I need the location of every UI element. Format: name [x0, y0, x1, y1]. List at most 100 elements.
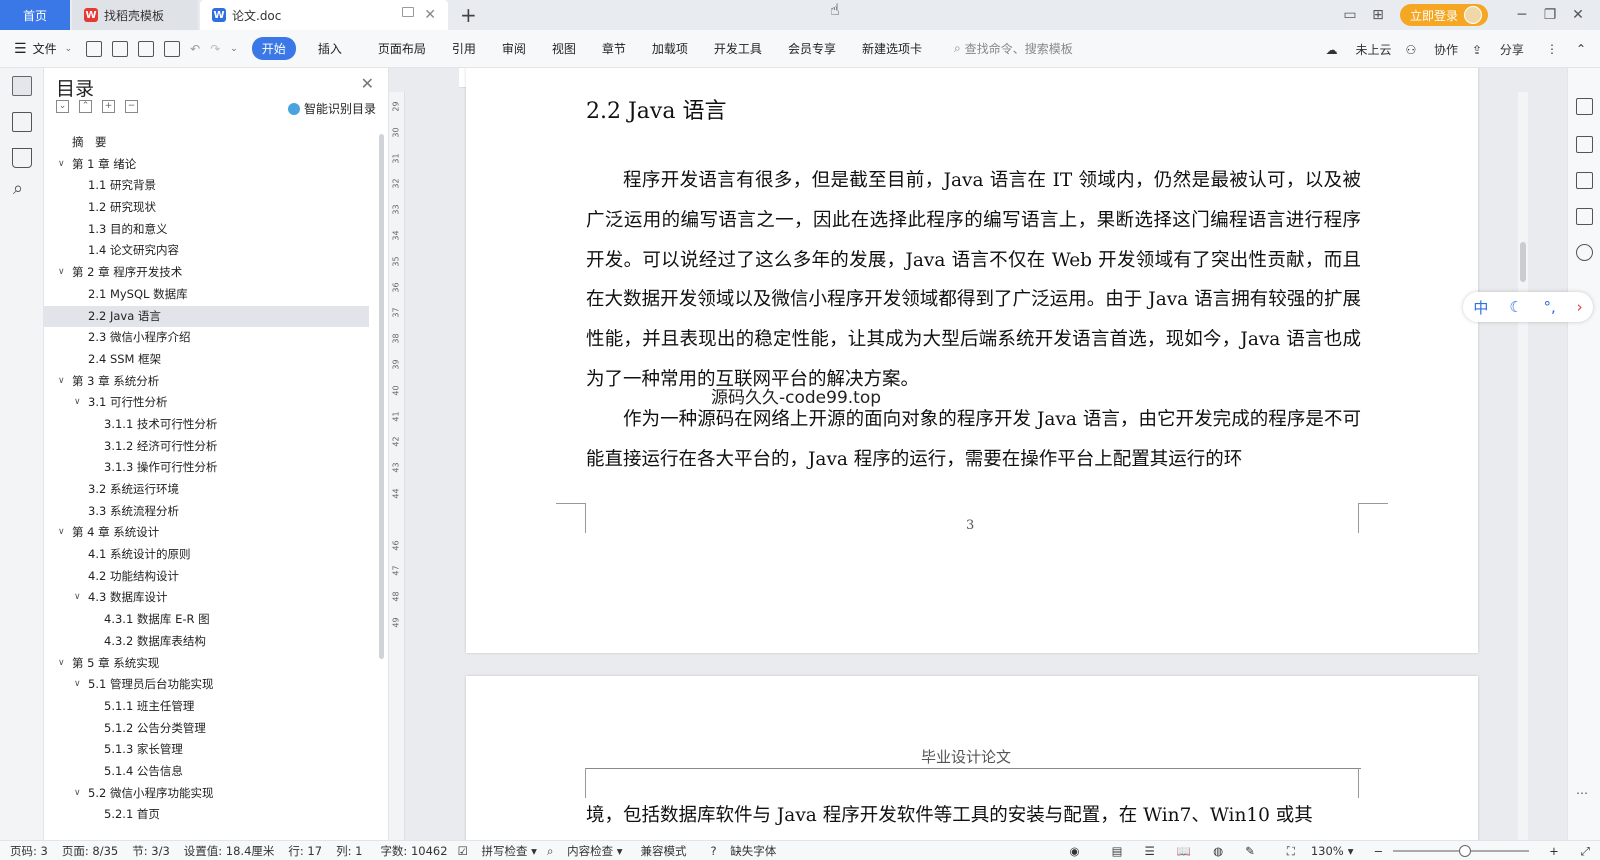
fullscreen-icon[interactable]: ⤢: [1581, 844, 1590, 859]
toc-item[interactable]: ∨ 第 3 章 系统分析: [44, 371, 369, 393]
ribbon-tab-page-layout[interactable]: 页面布局: [378, 40, 426, 57]
expand-all-icon[interactable]: ⌃: [79, 100, 92, 113]
restore-icon[interactable]: ❐: [1536, 7, 1564, 23]
paragraph-3[interactable]: 境，包括数据库软件与 Java 程序开发软件等工具的安装与配置，在 Win7、W…: [586, 801, 1361, 827]
document-scrollbar[interactable]: [1518, 92, 1528, 840]
toc-item[interactable]: ∨ 5.1 管理员后台功能实现: [44, 674, 369, 696]
location-icon[interactable]: [1576, 244, 1593, 261]
toc-item[interactable]: ∨ 第 1 章 绪论: [44, 154, 369, 176]
moon-icon[interactable]: ☾: [1509, 298, 1522, 316]
toc-item[interactable]: 4.2 功能结构设计: [44, 566, 369, 588]
toc-item[interactable]: 3.3 系统流程分析: [44, 501, 369, 523]
toc-item[interactable]: ∨ 3.1 可行性分析: [44, 392, 369, 414]
status-words[interactable]: 字数: 10462: [380, 843, 447, 859]
ribbon-tab-references[interactable]: 引用: [452, 40, 476, 57]
vertical-ruler[interactable]: 29 30 31 32 33 34 35 36 37 38 39 40 41 42 43 44 46 47 48 49: [389, 92, 405, 840]
save-icon[interactable]: [86, 40, 103, 57]
fit-window-icon[interactable]: ⛶: [1287, 844, 1295, 859]
layout-icon[interactable]: ▭: [1336, 7, 1364, 23]
export-pdf-icon[interactable]: [112, 40, 129, 57]
chevron-down-icon[interactable]: ⌄: [65, 44, 73, 54]
zoom-slider-knob[interactable]: [1459, 845, 1472, 857]
close-toc-icon[interactable]: ✕: [361, 74, 374, 93]
image-icon[interactable]: [1576, 208, 1593, 225]
eye-protection-icon[interactable]: ◉: [1070, 844, 1080, 858]
expand-chevron-icon[interactable]: ∨: [58, 522, 65, 544]
toc-item[interactable]: ∨ 4.3 数据库设计: [44, 587, 369, 609]
paragraph-1[interactable]: 程序开发语言有很多，但是截至目前，Java 语言在 IT 领域内，仍然是最被认可…: [586, 161, 1361, 400]
toc-item[interactable]: 1.4 论文研究内容: [44, 240, 369, 262]
command-search[interactable]: ⌕ 查找命令、搜索模板: [954, 40, 1073, 57]
expand-chevron-icon[interactable]: ∨: [58, 154, 65, 176]
print-preview-icon[interactable]: [164, 40, 181, 57]
ribbon-tab-chapter[interactable]: 章节: [602, 40, 626, 57]
toc-item[interactable]: 5.1.3 家长管理: [44, 739, 369, 761]
cloud-status[interactable]: ☁ 未上云: [1326, 41, 1392, 58]
ribbon-tab-developer[interactable]: 开发工具: [714, 40, 762, 57]
zoom-chevron-icon[interactable]: ▾: [1348, 844, 1354, 858]
toc-item[interactable]: 4.3.1 数据库 E-R 图: [44, 609, 369, 631]
ribbon-tab-member[interactable]: 会员专享: [788, 40, 836, 57]
scroll-thumb[interactable]: [1520, 242, 1526, 282]
collapse-ribbon-icon[interactable]: ⌃: [1576, 42, 1586, 56]
minimize-icon[interactable]: ─: [1508, 7, 1536, 23]
toc-item[interactable]: 4.3.2 数据库表结构: [44, 631, 369, 653]
new-tab-button[interactable]: +: [460, 3, 477, 27]
zoom-slider[interactable]: [1393, 845, 1530, 857]
toc-item[interactable]: 2.3 微信小程序介绍: [44, 327, 369, 349]
toc-item[interactable]: 1.3 目的和意义: [44, 219, 369, 241]
file-menu[interactable]: 文件: [33, 40, 57, 57]
find-icon[interactable]: ⌕: [13, 178, 23, 199]
chapter-nav-icon[interactable]: [12, 112, 32, 132]
expand-chevron-icon[interactable]: ∨: [74, 392, 81, 414]
toc-scrollbar[interactable]: [379, 134, 384, 659]
smart-toc-button[interactable]: 智能识别目录: [287, 100, 376, 117]
toc-item[interactable]: ∨ 第 2 章 程序开发技术: [44, 262, 369, 284]
chevron-right-icon[interactable]: ›: [1577, 298, 1583, 316]
ribbon-tab-start[interactable]: 开始: [251, 37, 296, 60]
toc-item[interactable]: ∨ 5.2 微信小程序功能实现: [44, 783, 369, 805]
toc-item[interactable]: 3.1.2 经济可行性分析: [44, 436, 369, 458]
toc-item[interactable]: 1.2 研究现状: [44, 197, 369, 219]
toc-item[interactable]: 3.1.1 技术可行性分析: [44, 414, 369, 436]
adjust-icon[interactable]: [1576, 172, 1593, 189]
share-button[interactable]: ⇪ 分享: [1472, 41, 1524, 58]
toc-item[interactable]: 1.1 研究背景: [44, 175, 369, 197]
tab-document[interactable]: W 论文.doc ✕: [200, 0, 448, 30]
ribbon-tab-view[interactable]: 视图: [552, 40, 576, 57]
toc-item[interactable]: 3.2 系统运行环境: [44, 479, 369, 501]
tab-home[interactable]: 首页: [0, 0, 70, 30]
expand-chevron-icon[interactable]: ∨: [58, 262, 65, 284]
tab-template[interactable]: W 找稻壳模板: [72, 0, 198, 30]
document-canvas[interactable]: 5432112345678910111213141516171819202122…: [389, 68, 1567, 840]
toc-item[interactable]: 5.2.1 首页: [44, 804, 369, 826]
close-tab-icon[interactable]: ✕: [424, 7, 436, 23]
page-view-icon[interactable]: ▤: [1112, 844, 1123, 858]
select-icon[interactable]: [1576, 136, 1593, 153]
close-window-icon[interactable]: ✕: [1564, 7, 1592, 23]
toc-item[interactable]: 摘 要: [44, 132, 369, 154]
redo-icon[interactable]: ↷: [210, 42, 220, 56]
add-heading-icon[interactable]: +: [102, 100, 115, 113]
web-view-icon[interactable]: ◍: [1213, 844, 1223, 858]
spell-check[interactable]: ☑ 拼写检查 ▾: [458, 843, 537, 859]
expand-chevron-icon[interactable]: ∨: [74, 587, 81, 609]
section-heading[interactable]: 2.2 Java 语言: [586, 93, 726, 125]
toc-item[interactable]: ∨ 第 4 章 系统设计: [44, 522, 369, 544]
write-view-icon[interactable]: ✎: [1245, 844, 1255, 858]
undo-icon[interactable]: ↶: [190, 42, 200, 56]
toc-panel-icon[interactable]: [12, 76, 32, 96]
zoom-level[interactable]: 130%: [1311, 844, 1344, 858]
expand-chevron-icon[interactable]: ∨: [58, 371, 65, 393]
toc-item[interactable]: ∨ 第 5 章 系统实现: [44, 653, 369, 675]
expand-chevron-icon[interactable]: ∨: [74, 674, 81, 696]
zoom-out-icon[interactable]: −: [1374, 844, 1384, 858]
toc-item[interactable]: 3.1.3 操作可行性分析: [44, 457, 369, 479]
login-button[interactable]: 立即登录: [1399, 4, 1488, 26]
print-icon[interactable]: [138, 40, 155, 57]
apps-grid-icon[interactable]: ⊞: [1364, 7, 1392, 23]
content-check[interactable]: ⌕ 内容检查 ▾: [547, 843, 623, 859]
more-tools-icon[interactable]: ⋯: [1576, 786, 1588, 800]
ribbon-tab-new[interactable]: 新建选项卡: [862, 40, 922, 57]
tile-window-icon[interactable]: [402, 7, 414, 17]
